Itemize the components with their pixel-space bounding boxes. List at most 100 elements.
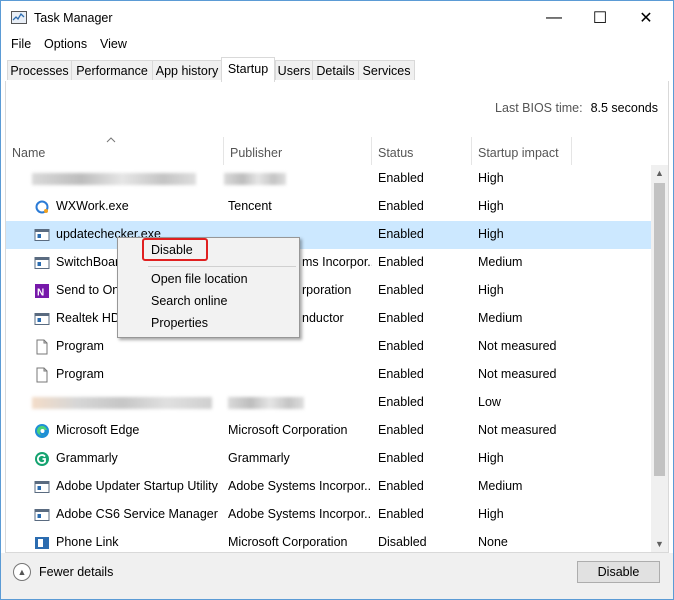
row-impact: High bbox=[478, 451, 504, 465]
menu-options[interactable]: Options bbox=[44, 37, 87, 51]
row-status: Enabled bbox=[378, 451, 424, 465]
table-row[interactable]: Program Enabled Not measured bbox=[6, 361, 652, 389]
row-impact: High bbox=[478, 199, 504, 213]
disable-button[interactable]: Disable bbox=[577, 561, 660, 583]
row-impact: High bbox=[478, 227, 504, 241]
chevron-up-icon[interactable]: ▲ bbox=[13, 563, 31, 581]
table-row[interactable]: Program Enabled Not measured bbox=[6, 333, 652, 361]
table-row[interactable]: Grammarly Grammarly Enabled High bbox=[6, 445, 652, 473]
row-publisher: ms Incorpor... bbox=[302, 255, 372, 269]
blurred-name bbox=[32, 397, 212, 409]
row-impact: None bbox=[478, 535, 508, 549]
minimize-button[interactable]: — bbox=[531, 1, 577, 35]
window-title: Task Manager bbox=[34, 11, 113, 25]
table-row-selected[interactable]: updatechecker.exe Enabled High bbox=[6, 221, 652, 249]
svg-text:N: N bbox=[37, 288, 44, 299]
vertical-scrollbar[interactable]: ▲ ▼ bbox=[651, 165, 668, 552]
table-header: Name Publisher Status Startup impact bbox=[6, 137, 666, 165]
tab-users[interactable]: Users bbox=[275, 60, 313, 80]
context-menu-disable[interactable]: Disable bbox=[151, 243, 193, 257]
row-impact: Medium bbox=[478, 479, 523, 493]
table-row[interactable]: Enabled Low bbox=[6, 389, 652, 417]
row-impact: Low bbox=[478, 395, 501, 409]
maximize-button[interactable]: ☐ bbox=[577, 1, 623, 35]
column-header-startup-impact[interactable]: Startup impact bbox=[472, 137, 572, 165]
app-window-icon bbox=[34, 481, 50, 493]
scroll-up-icon[interactable]: ▲ bbox=[651, 165, 668, 182]
close-button[interactable]: ✕ bbox=[623, 1, 669, 35]
tab-details[interactable]: Details bbox=[312, 60, 359, 80]
table-row[interactable]: Microsoft Edge Microsoft Corporation Ena… bbox=[6, 417, 652, 445]
table-row[interactable]: Adobe Updater Startup Utility Adobe Syst… bbox=[6, 473, 652, 501]
tab-app-history[interactable]: App history bbox=[152, 60, 222, 80]
column-header-publisher[interactable]: Publisher bbox=[224, 137, 372, 165]
phone-link-icon bbox=[35, 537, 49, 549]
tab-services[interactable]: Services bbox=[358, 60, 415, 80]
grammarly-icon bbox=[35, 452, 49, 466]
blurred-publisher bbox=[228, 397, 304, 409]
menu-bar: File Options View bbox=[1, 35, 673, 55]
column-header-status[interactable]: Status bbox=[372, 137, 472, 165]
app-window-icon bbox=[34, 509, 50, 521]
scroll-down-icon[interactable]: ▼ bbox=[651, 536, 668, 552]
row-status: Enabled bbox=[378, 479, 424, 493]
context-menu-open-file-location[interactable]: Open file location bbox=[151, 272, 248, 286]
table-row[interactable]: Adobe CS6 Service Manager Adobe Systems … bbox=[6, 501, 652, 529]
edge-icon bbox=[35, 424, 49, 438]
app-window-icon bbox=[34, 313, 50, 325]
row-name: Realtek HD bbox=[56, 311, 118, 325]
column-publisher-label: Publisher bbox=[230, 146, 283, 160]
row-impact: Not measured bbox=[478, 339, 557, 353]
tab-processes[interactable]: Processes bbox=[7, 60, 72, 80]
table-row[interactable]: Realtek HD nductor Enabled Medium bbox=[6, 305, 652, 333]
minimize-icon: — bbox=[546, 9, 562, 26]
file-icon bbox=[36, 367, 48, 383]
row-status: Enabled bbox=[378, 423, 424, 437]
fewer-details-link[interactable]: Fewer details bbox=[39, 565, 113, 579]
scrollbar-thumb[interactable] bbox=[654, 183, 665, 476]
row-status: Enabled bbox=[378, 367, 424, 381]
tab-strip: Processes Performance App history Startu… bbox=[5, 57, 669, 82]
row-publisher: rporation bbox=[302, 283, 352, 297]
row-status: Enabled bbox=[378, 255, 424, 269]
maximize-icon: ☐ bbox=[592, 10, 608, 27]
column-header-name[interactable]: Name bbox=[6, 137, 224, 165]
startup-panel: Last BIOS time: 8.5 seconds Name Publishe… bbox=[5, 81, 669, 553]
table-row[interactable]: Enabled High bbox=[6, 165, 652, 193]
sort-ascending-icon bbox=[106, 137, 116, 143]
close-icon: ✕ bbox=[639, 10, 653, 27]
app-window-icon bbox=[34, 257, 50, 269]
context-menu-separator bbox=[148, 266, 296, 267]
row-name: Send to One bbox=[56, 283, 118, 297]
tab-performance[interactable]: Performance bbox=[71, 60, 153, 80]
bios-time: Last BIOS time: 8.5 seconds bbox=[495, 101, 658, 115]
row-publisher: nductor bbox=[302, 311, 344, 325]
blurred-publisher bbox=[224, 173, 286, 185]
row-impact: Not measured bbox=[478, 367, 557, 381]
context-menu-search-online[interactable]: Search online bbox=[151, 294, 227, 308]
row-publisher: Adobe Systems Incorpor... bbox=[228, 479, 370, 493]
table-row[interactable]: Phone Link Microsoft Corporation Disable… bbox=[6, 529, 652, 552]
menu-view[interactable]: View bbox=[100, 37, 127, 51]
row-status: Enabled bbox=[378, 227, 424, 241]
app-window-icon bbox=[34, 229, 50, 241]
row-status: Enabled bbox=[378, 283, 424, 297]
task-manager-window: Task Manager — ☐ ✕ File Options View Pro… bbox=[0, 0, 674, 600]
row-status: Enabled bbox=[378, 311, 424, 325]
wxwork-icon bbox=[35, 200, 49, 214]
tab-startup[interactable]: Startup bbox=[221, 57, 275, 82]
column-impact-label: Startup impact bbox=[478, 146, 559, 160]
row-name: Program bbox=[56, 367, 104, 381]
menu-file[interactable]: File bbox=[11, 37, 31, 51]
table-row[interactable]: WXWork.exe Tencent Enabled High bbox=[6, 193, 652, 221]
row-impact: Medium bbox=[478, 255, 523, 269]
table-row[interactable]: SwitchBoar ms Incorpor... Enabled Medium bbox=[6, 249, 652, 277]
row-name: Program bbox=[56, 339, 104, 353]
table-row[interactable]: N Send to One rporation Enabled High bbox=[6, 277, 652, 305]
row-name: Microsoft Edge bbox=[56, 423, 140, 437]
row-publisher: Microsoft Corporation bbox=[228, 423, 348, 437]
column-status-label: Status bbox=[378, 146, 414, 160]
title-bar[interactable]: Task Manager — ☐ ✕ bbox=[1, 1, 673, 35]
context-menu-properties[interactable]: Properties bbox=[151, 316, 208, 330]
row-status: Enabled bbox=[378, 507, 424, 521]
